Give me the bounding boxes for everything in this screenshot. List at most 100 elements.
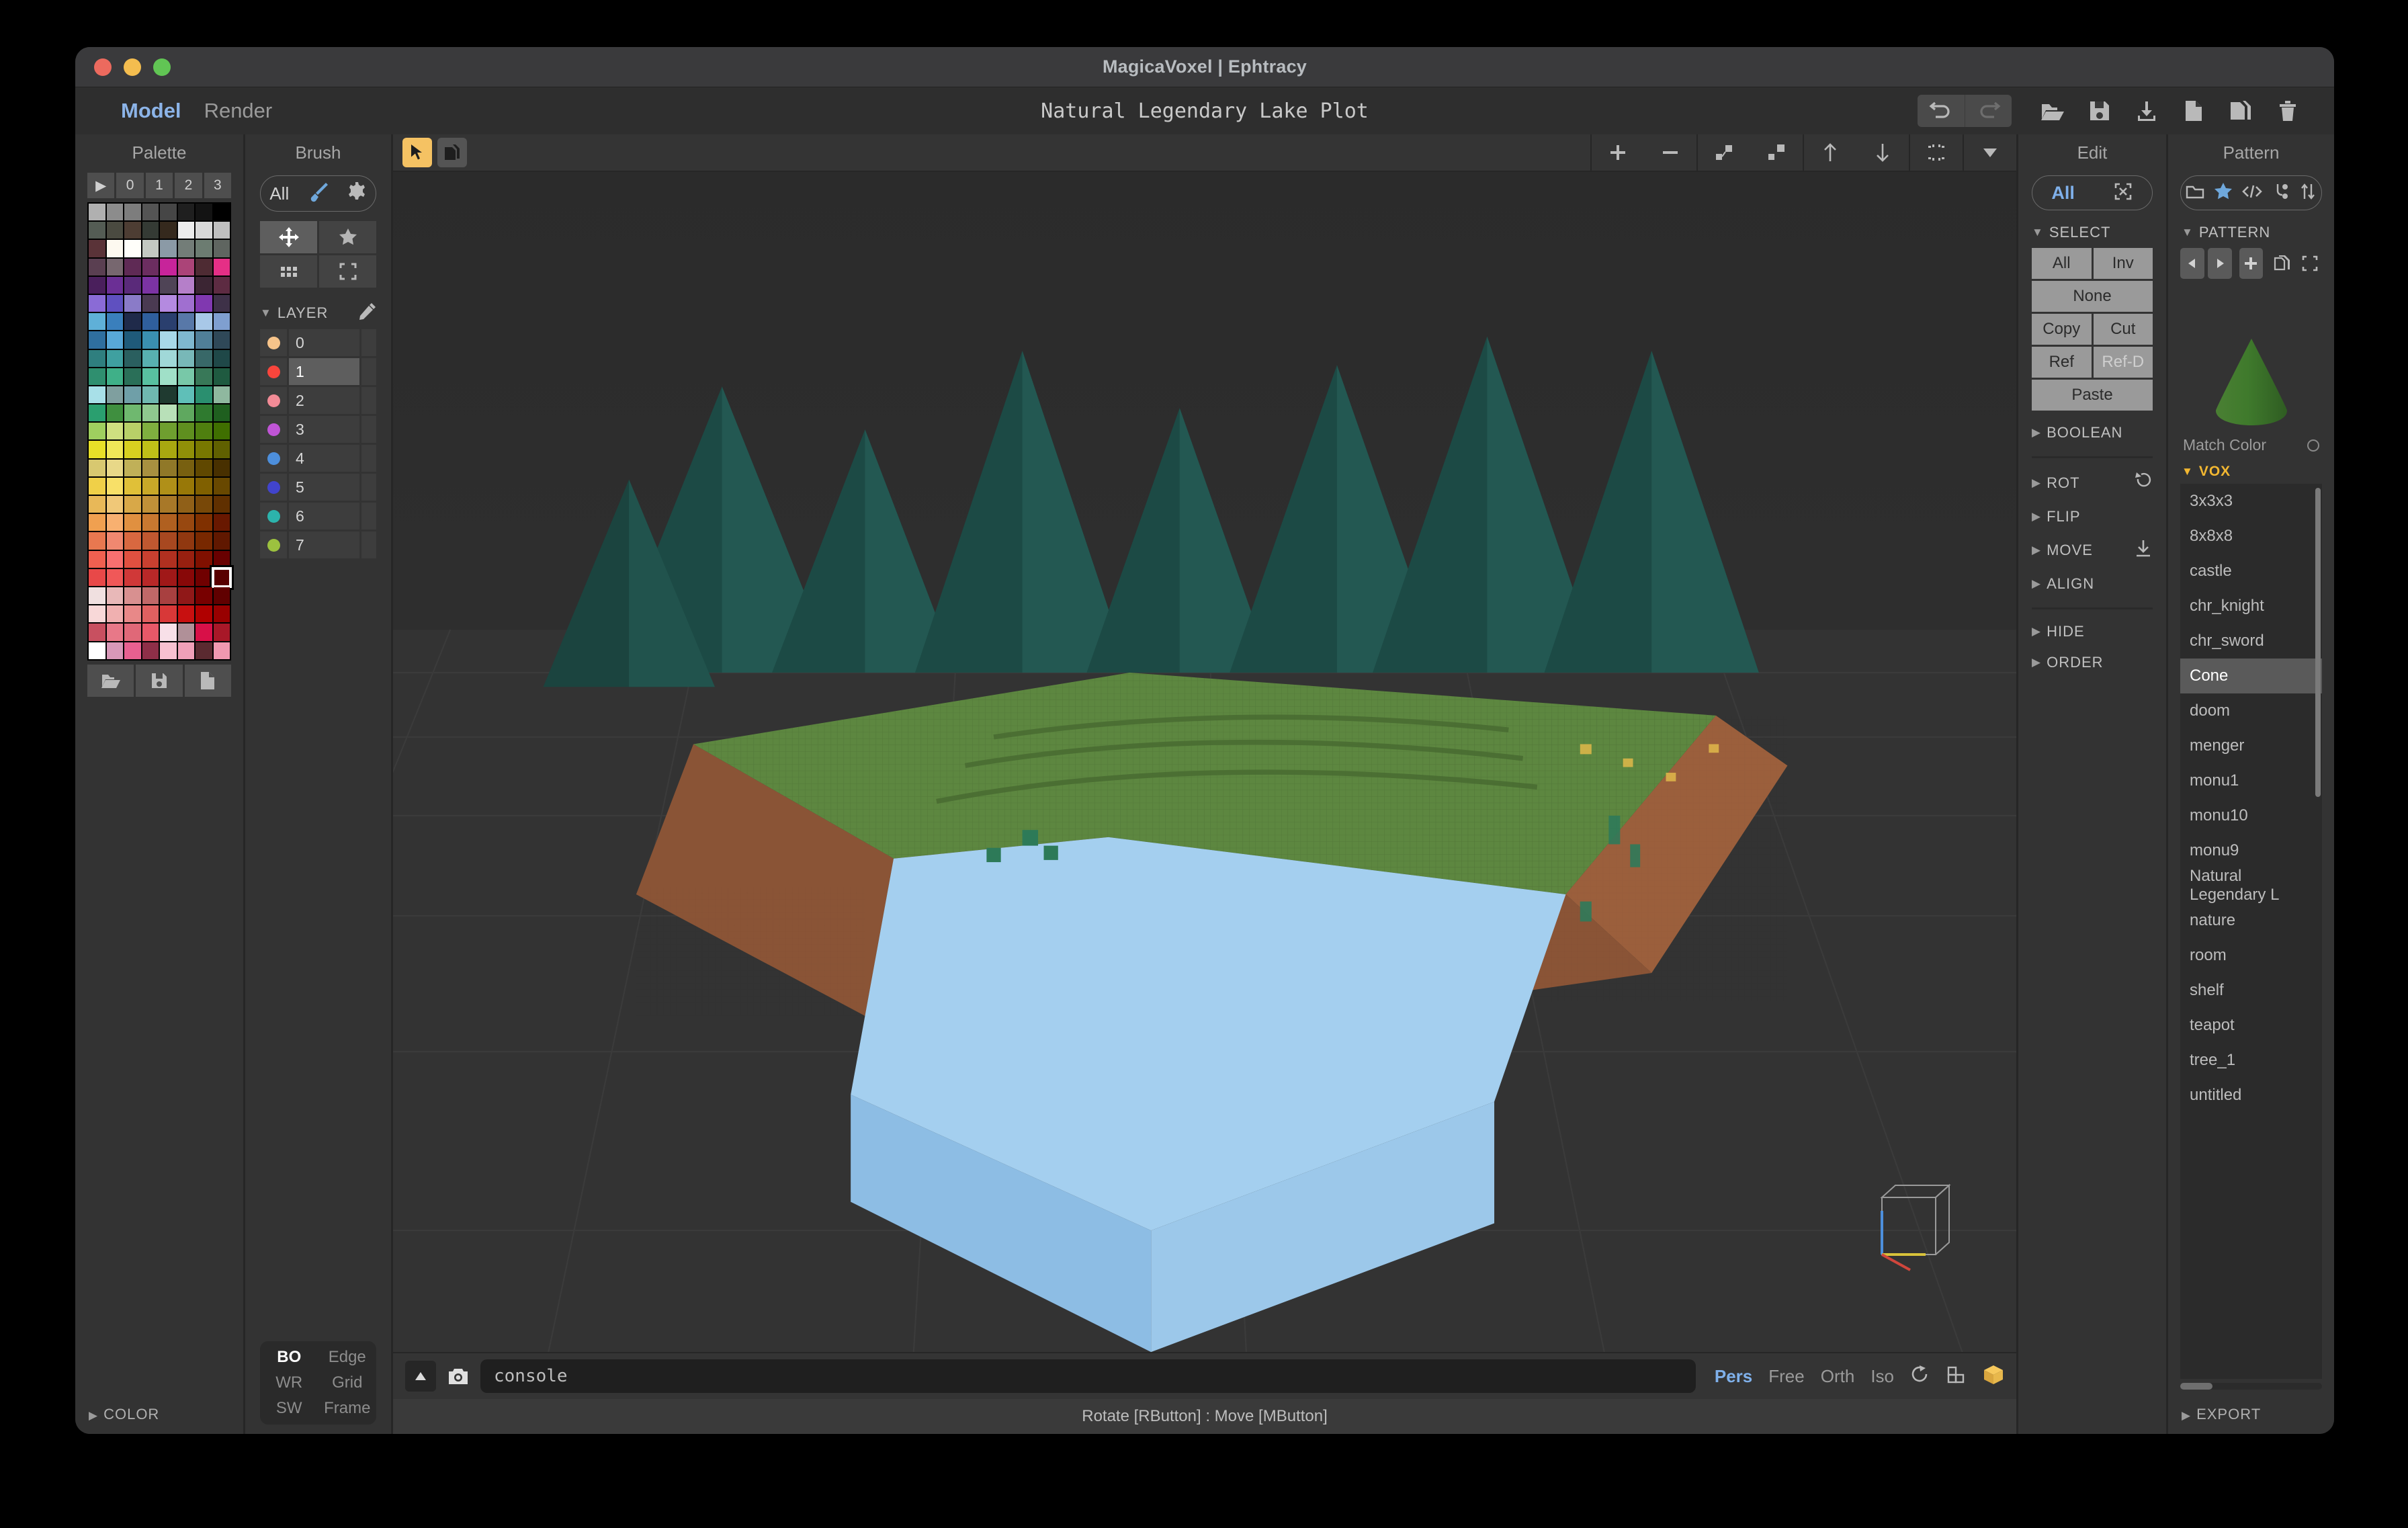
palette-swatch[interactable] [106,294,123,312]
layer-color-cell[interactable] [260,503,287,529]
vox-list-item[interactable]: chr_sword [2180,624,2322,659]
palette-swatch[interactable] [124,550,141,568]
palette-swatch[interactable] [106,276,123,294]
layer-color-dot[interactable] [267,336,280,349]
palette-swatch[interactable] [142,496,159,513]
palette-swatch[interactable] [213,514,230,532]
palette-swatch[interactable] [106,405,123,422]
console-input[interactable]: console [480,1359,1696,1393]
camera-icon[interactable] [443,1361,474,1392]
match-color-radio[interactable] [2307,439,2319,452]
select-section-header[interactable]: ▼ SELECT [2032,224,2153,241]
select-none-button[interactable]: None [2032,281,2153,312]
palette-swatch[interactable] [124,313,141,331]
palette-swatch[interactable] [177,624,194,641]
vox-list-item[interactable]: Cone [2180,659,2322,693]
scale-down-button[interactable] [1698,134,1750,171]
vox-list-item[interactable]: doom [2180,693,2322,728]
star-icon[interactable] [2214,182,2233,204]
palette-swatch[interactable] [213,240,230,257]
brush-toggle-grid[interactable]: Grid [318,1373,377,1392]
layer-visibility-cell[interactable] [361,532,376,558]
folder-icon[interactable] [2186,183,2204,203]
palette-swatch[interactable] [89,368,105,385]
layer-color-dot[interactable] [267,394,280,407]
cut-button[interactable]: Cut [2093,314,2153,345]
palette-swatch[interactable] [106,587,123,605]
palette-swatch[interactable] [209,564,234,591]
brush-toggle-frame[interactable]: Frame [318,1399,377,1418]
layer-color-dot[interactable] [267,538,280,552]
move-down-icon[interactable] [2134,539,2153,562]
palette-swatch[interactable] [160,477,177,495]
palette-swatch[interactable] [196,568,212,586]
palette-swatch[interactable] [142,477,159,495]
save-palette-button[interactable] [136,664,183,697]
palette-swatch[interactable] [177,204,194,221]
palette-swatch[interactable] [89,331,105,349]
palette-swatch[interactable] [89,222,105,239]
grid-tool-button[interactable] [260,255,317,288]
layer-visibility-cell[interactable] [361,474,376,501]
palette-swatch[interactable] [142,514,159,532]
palette-swatch[interactable] [106,240,123,257]
next-pattern-button[interactable] [2207,248,2232,279]
palette-swatch[interactable] [160,624,177,641]
palette-swatch[interactable] [124,568,141,586]
palette-swatch[interactable] [160,532,177,550]
pattern-section-header[interactable]: ▼ PATTERN [2182,224,2321,241]
palette-swatch[interactable] [196,550,212,568]
palette-swatch[interactable] [106,496,123,513]
palette-swatch[interactable] [196,313,212,331]
palette-swatch[interactable] [106,204,123,221]
palette-swatch[interactable] [196,276,212,294]
palette-swatch[interactable] [89,386,105,404]
code-icon[interactable] [2242,183,2263,203]
palette-swatch[interactable] [106,222,123,239]
palette-swatch[interactable] [124,405,141,422]
palette-swatch[interactable] [160,405,177,422]
hide-section-header[interactable]: ▶ HIDE [2032,623,2153,640]
color-section-toggle[interactable]: ▶ COLOR [75,1395,243,1434]
palette-swatch[interactable] [106,532,123,550]
palette-swatch[interactable] [160,276,177,294]
vox-list-item[interactable]: nature [2180,903,2322,938]
layer-color-cell[interactable] [260,329,287,356]
palette-swatch[interactable] [213,550,230,568]
palette-swatch[interactable] [160,550,177,568]
palette-swatch[interactable] [160,240,177,257]
palette-swatch[interactable] [124,368,141,385]
sort-icon[interactable] [2299,182,2317,204]
layer-row[interactable]: 3 [260,416,376,443]
palette-tab-0[interactable]: ▶ [87,173,115,198]
palette-swatch[interactable] [196,349,212,367]
palette-swatch[interactable] [106,258,123,275]
open-button[interactable] [2029,95,2076,127]
palette-swatch[interactable] [177,532,194,550]
palette-swatch[interactable] [106,331,123,349]
palette-swatch[interactable] [177,441,194,458]
palette-swatch[interactable] [177,294,194,312]
palette-swatch[interactable] [213,642,230,659]
boolean-section-header[interactable]: ▶ BOOLEAN [2032,424,2153,441]
palette-swatch[interactable] [177,642,194,659]
palette-swatch[interactable] [177,423,194,440]
palette-swatch[interactable] [89,313,105,331]
vox-list-item[interactable]: menger [2180,728,2322,763]
palette-swatch[interactable] [142,222,159,239]
rotate-ccw-icon[interactable] [2134,472,2153,495]
brush-toggle-wr[interactable]: WR [260,1373,318,1392]
palette-swatch[interactable] [160,204,177,221]
layer-color-cell[interactable] [260,387,287,414]
palette-swatch[interactable] [89,349,105,367]
vox-list-item[interactable]: chr_knight [2180,589,2322,624]
rot-section-header[interactable]: ▶ ROT [2032,472,2153,495]
palette-swatch[interactable] [196,514,212,532]
palette-swatch[interactable] [160,605,177,623]
palette-swatch[interactable] [124,222,141,239]
brush-mode-label[interactable]: All [269,183,289,204]
vox-list-item[interactable]: castle [2180,554,2322,589]
palette-tab-1[interactable]: 0 [116,173,144,198]
palette-swatch[interactable] [177,568,194,586]
palette-swatch[interactable] [142,386,159,404]
